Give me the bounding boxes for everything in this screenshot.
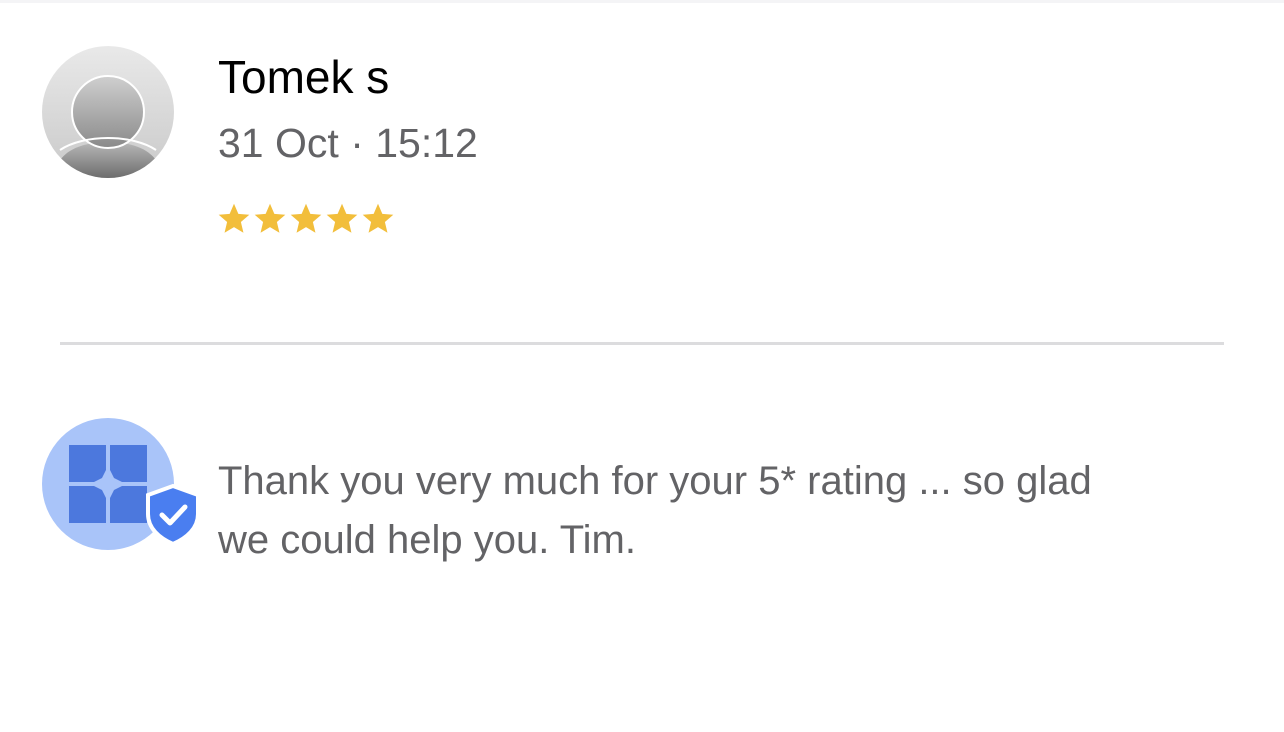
review-time: 15:12 <box>375 120 478 166</box>
review-timestamp: 31 Oct · 15:12 <box>218 119 478 167</box>
top-edge-divider <box>0 0 1284 3</box>
owner-avatar <box>42 418 202 558</box>
star-rating <box>216 200 396 238</box>
star-icon <box>218 203 250 233</box>
default-person-icon <box>42 46 174 178</box>
owner-reply-text: Thank you very much for your 5* rating .… <box>218 459 1092 562</box>
verified-shield-check-icon <box>146 483 200 547</box>
reviewer-name: Tomek s <box>218 51 390 103</box>
star-icon <box>290 203 322 233</box>
star-icon <box>326 203 358 233</box>
star-icon <box>254 203 286 233</box>
star-icon <box>362 203 394 233</box>
review-date: 31 Oct <box>218 120 339 166</box>
section-divider <box>60 342 1224 345</box>
timestamp-separator: · <box>350 120 364 166</box>
reviewer-avatar <box>42 46 174 178</box>
